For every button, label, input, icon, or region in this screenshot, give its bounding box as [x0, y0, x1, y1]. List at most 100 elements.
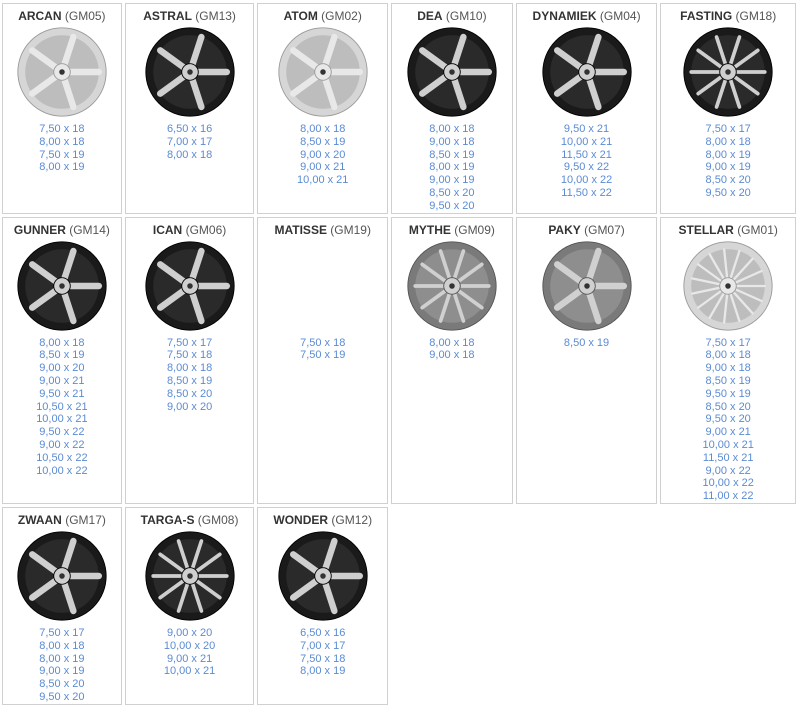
size-link[interactable]: 7,50 x 17 [661, 123, 795, 136]
size-link[interactable]: 9,00 x 19 [3, 665, 121, 678]
wheel-title[interactable]: ARCAN (GM05) [3, 9, 121, 23]
size-link[interactable]: 9,00 x 20 [126, 627, 254, 640]
size-link[interactable]: 9,50 x 20 [661, 187, 795, 200]
size-link[interactable]: 11,00 x 22 [661, 490, 795, 503]
size-link[interactable]: 8,50 x 19 [517, 337, 657, 350]
size-link[interactable]: 10,00 x 21 [126, 665, 254, 678]
wheel-image[interactable] [16, 530, 108, 622]
wheel-title[interactable]: WONDER (GM12) [258, 513, 387, 527]
size-link[interactable]: 9,50 x 22 [517, 161, 657, 174]
size-link[interactable]: 8,00 x 19 [392, 161, 512, 174]
wheel-title[interactable]: ATOM (GM02) [258, 9, 387, 23]
wheel-title[interactable]: GUNNER (GM14) [3, 223, 121, 237]
size-link[interactable]: 9,50 x 20 [392, 200, 512, 213]
wheel-image[interactable] [682, 240, 774, 332]
size-link[interactable]: 8,00 x 18 [3, 640, 121, 653]
size-link[interactable]: 9,00 x 19 [661, 161, 795, 174]
size-link[interactable]: 9,50 x 22 [3, 426, 121, 439]
wheel-image[interactable] [541, 26, 633, 118]
wheel-image[interactable] [144, 26, 236, 118]
wheel-name[interactable]: ICAN [153, 223, 182, 237]
wheel-name[interactable]: ZWAAN [18, 513, 62, 527]
size-link[interactable]: 8,00 x 18 [126, 362, 254, 375]
wheel-image[interactable] [277, 530, 369, 622]
size-link[interactable]: 8,50 x 19 [661, 375, 795, 388]
size-link[interactable]: 8,50 x 19 [392, 149, 512, 162]
wheel-title[interactable]: DEA (GM10) [392, 9, 512, 23]
size-link[interactable]: 7,50 x 17 [126, 337, 254, 350]
size-link[interactable]: 8,00 x 19 [3, 161, 121, 174]
size-link[interactable]: 9,00 x 18 [392, 349, 512, 362]
size-link[interactable]: 9,50 x 21 [517, 123, 657, 136]
wheel-title[interactable]: FASTING (GM18) [661, 9, 795, 23]
size-link[interactable]: 8,00 x 18 [3, 136, 121, 149]
size-link[interactable]: 7,50 x 18 [126, 349, 254, 362]
wheel-name[interactable]: WONDER [273, 513, 328, 527]
wheel-name[interactable]: GUNNER [14, 223, 66, 237]
size-link[interactable]: 7,50 x 19 [258, 349, 387, 362]
wheel-name[interactable]: MYTHE [409, 223, 451, 237]
size-link[interactable]: 8,00 x 18 [3, 337, 121, 350]
size-link[interactable]: 10,50 x 21 [3, 401, 121, 414]
size-link[interactable]: 9,00 x 21 [661, 426, 795, 439]
size-link[interactable]: 10,50 x 22 [3, 452, 121, 465]
size-link[interactable]: 9,50 x 20 [661, 413, 795, 426]
size-link[interactable]: 8,50 x 19 [3, 349, 121, 362]
wheel-image[interactable] [144, 530, 236, 622]
wheel-name[interactable]: ARCAN [18, 9, 61, 23]
size-link[interactable]: 9,00 x 19 [392, 174, 512, 187]
wheel-title[interactable]: MATISSE (GM19) [258, 223, 387, 237]
size-link[interactable]: 9,00 x 18 [392, 136, 512, 149]
wheel-image[interactable] [406, 240, 498, 332]
size-link[interactable]: 8,00 x 18 [126, 149, 254, 162]
size-link[interactable]: 9,00 x 20 [126, 401, 254, 414]
size-link[interactable]: 8,50 x 20 [661, 401, 795, 414]
wheel-name[interactable]: PAKY [548, 223, 580, 237]
size-link[interactable]: 10,00 x 21 [258, 174, 387, 187]
size-link[interactable]: 8,50 x 19 [126, 375, 254, 388]
size-link[interactable]: 8,50 x 20 [3, 678, 121, 691]
wheel-image[interactable] [541, 240, 633, 332]
wheel-image[interactable] [144, 240, 236, 332]
size-link[interactable]: 6,50 x 16 [126, 123, 254, 136]
size-link[interactable]: 9,00 x 20 [3, 362, 121, 375]
size-link[interactable]: 10,00 x 21 [661, 439, 795, 452]
size-link[interactable]: 8,00 x 18 [392, 123, 512, 136]
wheel-image[interactable] [16, 240, 108, 332]
size-link[interactable]: 7,50 x 19 [3, 149, 121, 162]
size-link[interactable]: 8,00 x 19 [3, 653, 121, 666]
size-link[interactable]: 10,00 x 22 [3, 465, 121, 478]
size-link[interactable]: 8,50 x 20 [126, 388, 254, 401]
size-link[interactable]: 7,50 x 17 [661, 337, 795, 350]
size-link[interactable]: 7,00 x 17 [258, 640, 387, 653]
size-link[interactable]: 9,00 x 22 [661, 465, 795, 478]
size-link[interactable]: 11,50 x 22 [517, 187, 657, 200]
size-link[interactable]: 11,50 x 21 [517, 149, 657, 162]
size-link[interactable]: 9,00 x 21 [3, 375, 121, 388]
size-link[interactable]: 8,00 x 18 [392, 337, 512, 350]
size-link[interactable]: 8,50 x 20 [392, 187, 512, 200]
wheel-title[interactable]: DYNAMIEK (GM04) [517, 9, 657, 23]
size-link[interactable]: 8,00 x 19 [661, 149, 795, 162]
size-link[interactable]: 7,50 x 18 [3, 123, 121, 136]
wheel-title[interactable]: PAKY (GM07) [517, 223, 657, 237]
wheel-name[interactable]: DEA [417, 9, 442, 23]
size-link[interactable]: 8,50 x 20 [661, 174, 795, 187]
wheel-image[interactable] [682, 26, 774, 118]
size-link[interactable]: 9,50 x 21 [3, 388, 121, 401]
size-link[interactable]: 8,00 x 18 [258, 123, 387, 136]
wheel-title[interactable]: ZWAAN (GM17) [3, 513, 121, 527]
wheel-name[interactable]: ATOM [284, 9, 318, 23]
wheel-title[interactable]: TARGA-S (GM08) [126, 513, 254, 527]
size-link[interactable]: 6,50 x 16 [258, 627, 387, 640]
wheel-title[interactable]: STELLAR (GM01) [661, 223, 795, 237]
wheel-name[interactable]: MATISSE [275, 223, 327, 237]
wheel-name[interactable]: DYNAMIEK [533, 9, 597, 23]
size-link[interactable]: 10,00 x 20 [126, 640, 254, 653]
size-link[interactable]: 11,50 x 21 [661, 452, 795, 465]
size-link[interactable]: 7,50 x 17 [3, 627, 121, 640]
size-link[interactable]: 9,00 x 20 [258, 149, 387, 162]
size-link[interactable]: 8,00 x 19 [258, 665, 387, 678]
size-link[interactable]: 10,00 x 22 [661, 477, 795, 490]
size-link[interactable]: 8,00 x 18 [661, 349, 795, 362]
